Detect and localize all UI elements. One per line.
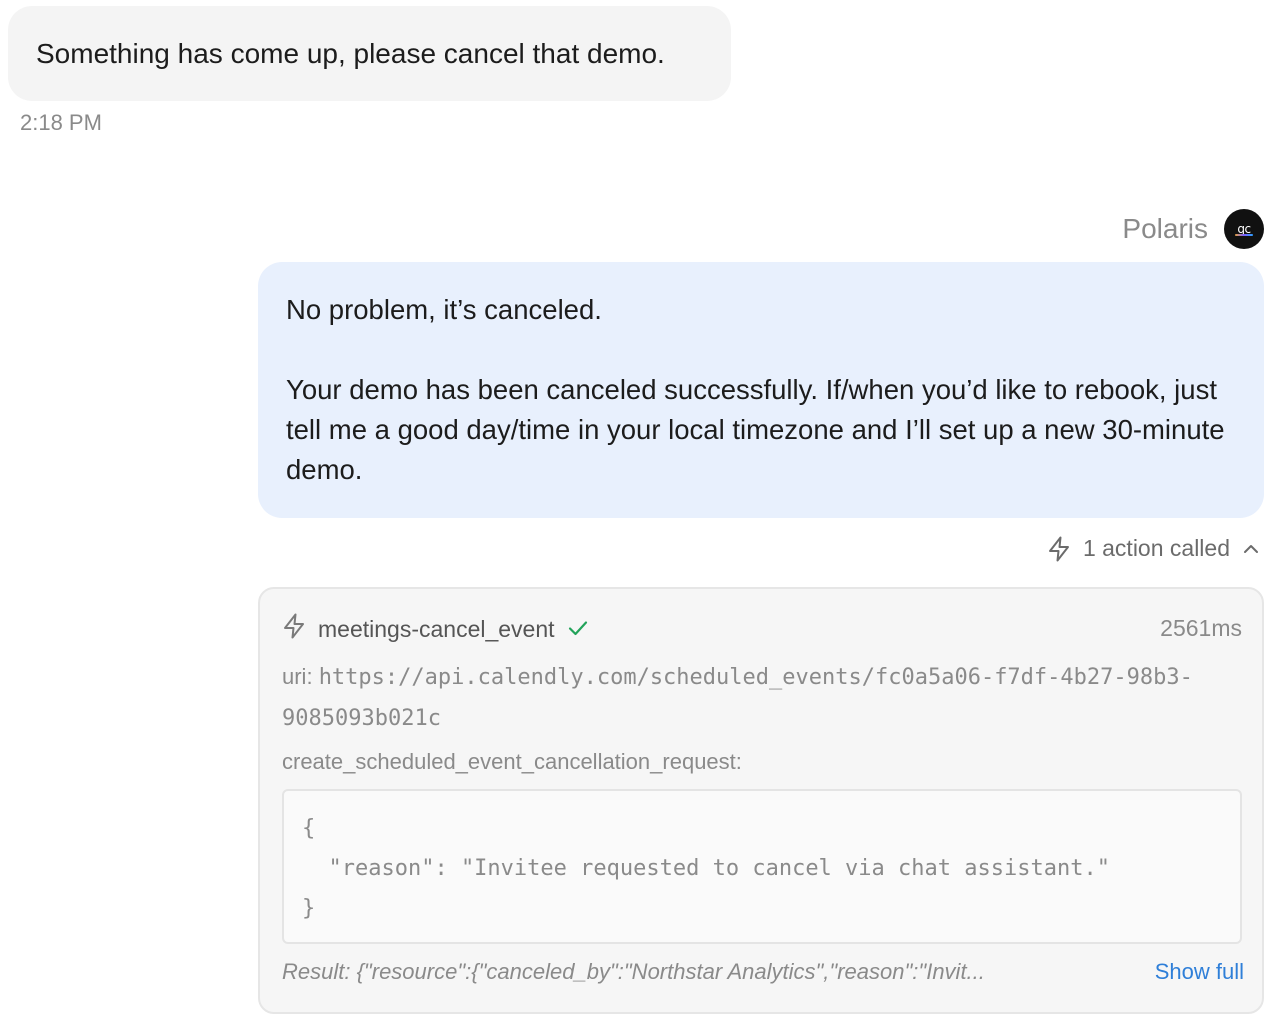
action-name: meetings-cancel_event (318, 615, 555, 642)
uri-value: https://api.calendly.com/scheduled_event… (282, 665, 1193, 731)
check-icon (567, 616, 589, 643)
result-text: Result: {"resource":{"canceled_by":"Nort… (282, 959, 985, 984)
chevron-up-icon (1242, 543, 1260, 555)
chat-page: Something has come up, please cancel tha… (0, 0, 1272, 1016)
user-message-timestamp: 2:18 PM (20, 110, 102, 135)
lightning-icon (282, 613, 306, 645)
uri-label: uri: (282, 664, 313, 689)
assistant-message-bubble: No problem, it’s canceled. Your demo has… (258, 262, 1264, 518)
user-message-text: Something has come up, please cancel tha… (36, 37, 665, 69)
request-param-label: create_scheduled_event_cancellation_requ… (282, 749, 742, 774)
result-row: Result: {"resource":{"canceled_by":"Nort… (282, 959, 1244, 985)
action-duration: 2561ms (1160, 615, 1242, 641)
user-message-bubble: Something has come up, please cancel tha… (8, 6, 731, 101)
actions-called-toggle[interactable]: 1 action called (1047, 535, 1260, 562)
request-json-block: { "reason": "Invitee requested to cancel… (282, 789, 1242, 944)
avatar-logo-underline (1235, 234, 1253, 236)
assistant-name: Polaris (1122, 213, 1208, 244)
request-json: { "reason": "Invitee requested to cancel… (302, 816, 1110, 921)
action-card: meetings-cancel_event 2561ms uri: https:… (258, 587, 1264, 1014)
lightning-icon (1047, 536, 1071, 562)
action-title-row: meetings-cancel_event (282, 613, 589, 645)
assistant-message-paragraph: No problem, it’s canceled. (286, 294, 602, 325)
show-full-link[interactable]: Show full (1155, 959, 1244, 985)
assistant-avatar: qc (1224, 209, 1264, 249)
assistant-header: Polaris qc (1122, 209, 1264, 249)
action-uri: uri: https://api.calendly.com/scheduled_… (282, 657, 1222, 739)
assistant-message-paragraph: Your demo has been canceled successfully… (286, 374, 1225, 485)
actions-called-label: 1 action called (1082, 535, 1230, 561)
